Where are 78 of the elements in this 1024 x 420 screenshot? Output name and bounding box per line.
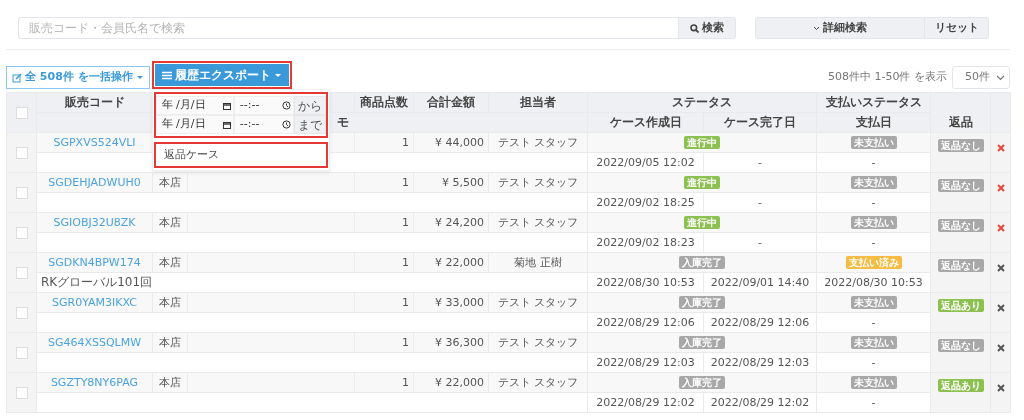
status-badge: 未支払い: [850, 176, 897, 189]
column-header: 販売コード: [36, 92, 153, 113]
table-cell: -: [703, 192, 817, 213]
edit-icon: [12, 72, 22, 83]
chevron-down-icon: [813, 25, 820, 31]
export-button[interactable]: 履歴エクスポート: [154, 64, 289, 86]
column-header: ステータス: [587, 92, 817, 113]
table-cell: 2022/09/05 12:02: [587, 152, 704, 173]
status-badge: 進行中: [684, 216, 720, 229]
bulk-action-button[interactable]: 全 508件 を一括操作: [6, 66, 150, 89]
checkbox[interactable]: [15, 227, 28, 239]
status-badge: 入庫完了: [679, 336, 725, 349]
page-size-select[interactable]: 50件: [952, 66, 1010, 89]
column-header: 返品: [930, 92, 991, 133]
checkbox[interactable]: [15, 106, 28, 119]
search-field[interactable]: 販売コード・会員氏名で検索: [18, 17, 678, 39]
status-badge: 返品なし: [937, 179, 984, 192]
status-badge: 未支払い: [850, 336, 897, 349]
time-field[interactable]: --:--: [233, 96, 295, 115]
caret-icon: [273, 71, 282, 79]
column-header: 合計金額: [413, 92, 489, 113]
status-badge: 未支払い: [850, 296, 897, 309]
status-badge: 未支払い: [850, 136, 897, 149]
status-badge: 入庫完了: [679, 296, 725, 309]
status-badge: 返品なし: [937, 139, 984, 152]
table-cell: 2022/09/02 18:23: [587, 232, 704, 253]
status-badge: 進行中: [684, 176, 720, 189]
column-header: 支払いステータス: [816, 92, 931, 113]
chevron-down-icon: [996, 74, 1005, 81]
caret-icon: [135, 74, 144, 81]
column-header: モ: [337, 115, 349, 129]
status-badge: 支払い済み: [845, 256, 902, 269]
status-badge: 入庫完了: [679, 376, 725, 389]
status-badge: 返品なし: [937, 339, 984, 352]
status-badge: 返品なし: [937, 259, 984, 272]
column-header: 担当者: [488, 92, 588, 113]
memo-cell: RKグローバル101回: [36, 272, 588, 293]
status-badge: 未支払い: [850, 216, 897, 229]
date-field[interactable]: 年 /月/日: [155, 96, 234, 115]
advanced-search-button[interactable]: 詳細検索: [755, 17, 925, 39]
status-badge: 返品あり: [937, 379, 984, 392]
status-badge: 返品なし: [937, 219, 984, 232]
list-icon: [161, 70, 172, 80]
status-badge: 返品あり: [937, 299, 984, 312]
table-cell: 2022/08/29 12:06: [703, 312, 817, 333]
table-cell: 2022/08/29 12:03: [703, 352, 817, 373]
field-suffix: まで: [294, 115, 326, 134]
checkbox[interactable]: [15, 187, 28, 199]
table-cell: -: [703, 232, 817, 253]
search-button[interactable]: 検索: [678, 17, 736, 39]
status-badge: 未支払い: [850, 376, 897, 389]
menu-item[interactable]: 返品ケース: [153, 142, 328, 168]
checkbox[interactable]: [15, 267, 28, 279]
table-cell: 2022/08/29 12:02: [703, 392, 817, 413]
search-icon: [690, 23, 699, 33]
clock-icon: [282, 101, 292, 110]
date-field[interactable]: 年 /月/日: [155, 115, 234, 134]
calendar-icon: [222, 120, 231, 129]
column-header: 商品点数: [354, 92, 414, 113]
status-badge: 入庫完了: [679, 256, 725, 269]
checkbox[interactable]: [15, 147, 28, 159]
reset-button[interactable]: リセット: [925, 17, 989, 39]
table-cell: 2022/09/02 18:25: [587, 192, 704, 213]
table-cell: 2022/08/29 12:02: [587, 392, 704, 413]
calendar-icon: [222, 101, 231, 110]
table-cell: 2022/08/30 10:53: [587, 272, 704, 293]
clock-icon: [282, 120, 292, 129]
table-cell: 2022/09/01 14:40: [703, 272, 817, 293]
table-cell: -: [703, 152, 817, 173]
checkbox[interactable]: [15, 307, 28, 319]
table-cell: 2022/08/29 12:06: [587, 312, 704, 333]
field-suffix: から: [294, 96, 326, 115]
status-badge: 進行中: [684, 136, 720, 149]
checkbox[interactable]: [15, 347, 28, 359]
result-count: 508件中 1-50件 を表示: [828, 69, 947, 86]
checkbox[interactable]: [15, 387, 28, 399]
time-field[interactable]: --:--: [233, 115, 295, 134]
table-cell: 2022/08/29 12:03: [587, 352, 704, 373]
